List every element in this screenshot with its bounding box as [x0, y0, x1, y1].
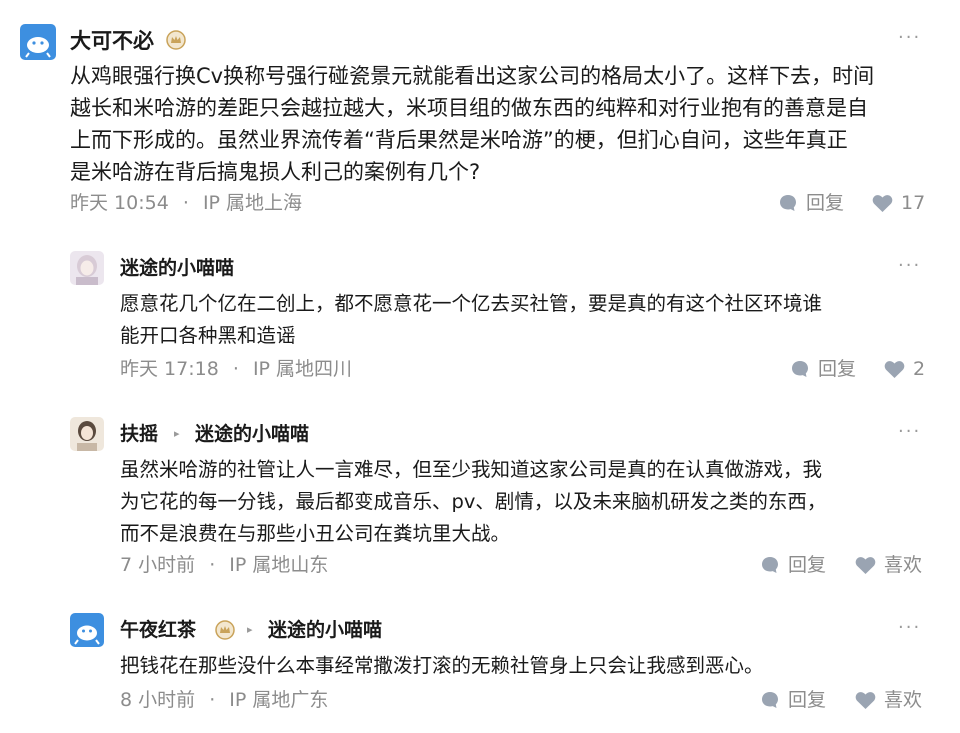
- more-options-icon[interactable]: ···: [898, 618, 921, 638]
- like-button[interactable]: 喜欢: [855, 688, 922, 712]
- like-count: 17: [901, 192, 926, 214]
- avatar[interactable]: [70, 251, 104, 285]
- comment-text-line: 把钱花在那些没什么本事经常撒泼打滚的无赖社管身上只会让我感到恶心。: [120, 654, 764, 677]
- comment-text-line: 而不是浪费在与那些小丑公司在粪坑里大战。: [120, 522, 511, 545]
- comment-text: 虽然米哈游的社管让人一言难尽，但至少我知道这家公司是真的在认真做游戏，我 为它花…: [120, 454, 950, 550]
- comment-author[interactable]: 扶摇: [120, 422, 158, 446]
- like-label: 喜欢: [884, 689, 923, 711]
- comment-text-line: 为它花的每一分钱，最后都变成音乐、pv、剧情，以及未来脑机研发之类的东西，: [120, 490, 827, 513]
- comment-location: IP 属地上海: [202, 192, 303, 214]
- comment-text-line: 是米哈游在背后搞鬼损人利己的案例有几个?: [70, 160, 481, 184]
- comment-time: 昨天 10:54: [70, 192, 169, 214]
- comment-text-line: 越长和米哈游的差距只会越拉越大，米项目组的做东西的纯粹和对行业抱有的善意是自: [70, 96, 868, 120]
- reply-arrow-icon: ▸: [174, 427, 180, 440]
- comment-meta: 昨天 10:54 · IP 属地上海: [70, 191, 302, 215]
- heart-icon: [872, 194, 893, 212]
- reply-label: 回复: [788, 689, 827, 711]
- reply-label: 回复: [788, 554, 827, 576]
- comment-location: IP 属地山东: [229, 554, 329, 576]
- comment-time: 8 小时前: [120, 689, 196, 711]
- like-button[interactable]: 2: [884, 357, 925, 381]
- meta-separator: ·: [209, 689, 216, 711]
- reply-button[interactable]: 回复: [760, 553, 826, 577]
- comment-text-line: 虽然米哈游的社管让人一言难尽，但至少我知道这家公司是真的在认真做游戏，我: [120, 458, 823, 481]
- comment-meta: 8 小时前 · IP 属地广东: [120, 688, 328, 712]
- comment-text: 愿意花几个亿在二创上，都不愿意花一个亿去买社管，要是真的有这个社区环境谁 能开口…: [120, 288, 950, 352]
- comment-bubble-icon: [780, 195, 796, 211]
- comment-location: IP 属地广东: [229, 689, 329, 711]
- heart-icon: [855, 556, 876, 574]
- reply-to-author[interactable]: 迷途的小喵喵: [195, 422, 309, 446]
- comment-time: 昨天 17:18: [120, 358, 219, 380]
- comment-time: 7 小时前: [120, 554, 196, 576]
- whale-avatar-icon: [70, 613, 104, 647]
- avatar[interactable]: [70, 613, 104, 647]
- meta-separator: ·: [232, 358, 239, 380]
- comment-meta: 7 小时前 · IP 属地山东: [120, 553, 328, 577]
- comment-bubble-icon: [762, 557, 778, 573]
- comment-meta: 昨天 17:18 · IP 属地四川: [120, 357, 352, 381]
- crown-badge-icon: [215, 620, 235, 640]
- more-options-icon[interactable]: ···: [898, 28, 921, 48]
- meta-separator: ·: [209, 554, 216, 576]
- heart-icon: [855, 691, 876, 709]
- reply-button[interactable]: 回复: [790, 357, 856, 381]
- crown-badge-icon: [166, 30, 186, 50]
- avatar[interactable]: [70, 417, 104, 451]
- like-button[interactable]: 喜欢: [855, 553, 922, 577]
- reply-label: 回复: [818, 358, 857, 380]
- reply-label: 回复: [806, 192, 845, 214]
- comment-text-line: 上而下形成的。虽然业界流传着“背后果然是米哈游”的梗，但扪心自问，这些年真正: [70, 128, 848, 152]
- comment-author[interactable]: 午夜红茶: [120, 618, 196, 642]
- like-count: 2: [913, 358, 926, 380]
- reply-button[interactable]: 回复: [778, 191, 844, 215]
- anime-girl-avatar-icon: [70, 251, 104, 285]
- more-options-icon[interactable]: ···: [898, 256, 921, 276]
- like-button[interactable]: 17: [872, 191, 925, 215]
- whale-avatar-icon: [20, 24, 56, 60]
- portrait-avatar-icon: [70, 417, 104, 451]
- comment-text-line: 愿意花几个亿在二创上，都不愿意花一个亿去买社管，要是真的有这个社区环境谁: [120, 292, 823, 315]
- comment-bubble-icon: [792, 361, 808, 377]
- avatar[interactable]: [20, 24, 56, 60]
- comment-bubble-icon: [762, 692, 778, 708]
- comment-text-line: 能开口各种黑和造谣: [120, 324, 296, 347]
- comment-text: 从鸡眼强行换Cv换称号强行碰瓷景元就能看出这家公司的格局太小了。这样下去，时间 …: [70, 60, 950, 188]
- comment-text: 把钱花在那些没什么本事经常撒泼打滚的无赖社管身上只会让我感到恶心。: [120, 650, 950, 682]
- comment-author[interactable]: 大可不必: [70, 28, 154, 54]
- like-label: 喜欢: [884, 554, 923, 576]
- reply-arrow-icon: ▸: [247, 623, 253, 636]
- reply-button[interactable]: 回复: [760, 688, 826, 712]
- comment-author[interactable]: 迷途的小喵喵: [120, 256, 234, 280]
- reply-to-author[interactable]: 迷途的小喵喵: [268, 618, 382, 642]
- comment-location: IP 属地四川: [252, 358, 353, 380]
- meta-separator: ·: [182, 192, 189, 214]
- comment-text-line: 从鸡眼强行换Cv换称号强行碰瓷景元就能看出这家公司的格局太小了。这样下去，时间: [70, 64, 875, 88]
- heart-icon: [884, 360, 905, 378]
- more-options-icon[interactable]: ···: [898, 422, 921, 442]
